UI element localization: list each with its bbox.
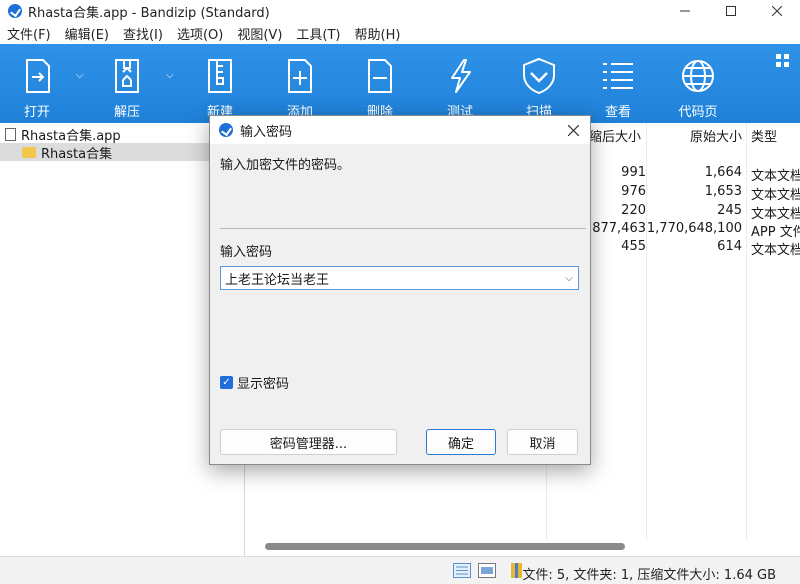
bandizip-logo-icon xyxy=(219,123,233,137)
new-archive-button[interactable]: 新建 xyxy=(199,44,241,123)
add-button[interactable]: 添加 xyxy=(279,44,321,123)
shield-icon xyxy=(519,56,559,96)
minimize-button[interactable] xyxy=(662,0,708,22)
test-button[interactable]: 测试 xyxy=(439,44,481,123)
dialog-message: 输入加密文件的密码。 xyxy=(220,158,351,173)
close-window-button[interactable] xyxy=(754,0,800,22)
menu-find[interactable]: 查找(I) xyxy=(116,24,170,43)
list-view-icon xyxy=(598,56,638,96)
checkbox-checked-icon[interactable]: ✓ xyxy=(220,376,233,389)
scan-button[interactable]: 扫描 xyxy=(518,44,560,123)
extract-icon xyxy=(107,56,147,96)
cancel-button[interactable]: 取消 xyxy=(507,429,578,455)
close-icon xyxy=(567,124,579,136)
file-icon xyxy=(5,127,16,141)
show-password-checkbox[interactable]: ✓ 显示密码 xyxy=(220,373,289,392)
globe-icon xyxy=(678,56,718,96)
add-file-icon xyxy=(280,56,320,96)
delete-button[interactable]: 删除 xyxy=(359,44,401,123)
delete-file-icon xyxy=(360,56,400,96)
extract-dropdown-icon[interactable]: ⌵ xyxy=(166,70,174,81)
view-button[interactable]: 查看 xyxy=(597,44,639,123)
open-icon xyxy=(17,56,57,96)
dialog-close-button[interactable] xyxy=(562,119,584,141)
status-summary: 文件: 5, 文件夹: 1, 压缩文件大小: 1.64 GB xyxy=(522,568,776,583)
menu-tools[interactable]: 工具(T) xyxy=(289,24,347,43)
column-header-original[interactable]: 原始大小 xyxy=(690,126,742,145)
layout-grid-icon[interactable] xyxy=(776,54,790,68)
column-header-type[interactable]: 类型 xyxy=(751,126,777,145)
chevron-down-icon[interactable]: ⌵ xyxy=(560,273,578,284)
toolbar: 打开 ⌵ 解压 ⌵ 新建 添加 删除 测试 扫描 查看 代码页 xyxy=(0,44,800,123)
password-manager-button[interactable]: 密码管理器... xyxy=(220,429,397,455)
folder-icon xyxy=(22,146,36,158)
show-password-label: 显示密码 xyxy=(237,377,290,392)
new-archive-icon xyxy=(200,56,240,96)
maximize-icon xyxy=(726,6,736,16)
menu-file[interactable]: 文件(F) xyxy=(0,24,58,43)
dialog-title: 输入密码 xyxy=(240,124,293,140)
open-dropdown-icon[interactable]: ⌵ xyxy=(76,70,84,81)
password-label: 输入密码 xyxy=(220,245,273,260)
close-icon xyxy=(772,6,782,16)
tree-item-folder[interactable]: Rhasta合集 xyxy=(0,143,244,162)
bandizip-logo-icon xyxy=(8,4,22,18)
lightning-icon xyxy=(440,56,480,96)
minimize-icon xyxy=(680,10,690,12)
tree-item-archive[interactable]: Rhasta合集.app xyxy=(0,125,244,144)
menu-bar: 文件(F) 编辑(E) 查找(I) 选项(O) 视图(V) 工具(T) 帮助(H… xyxy=(0,22,800,44)
password-dialog: 输入密码 输入加密文件的密码。 输入密码 上老王论坛当老王 ⌵ ✓ 显示密码 密… xyxy=(209,115,591,465)
preview-view-icon[interactable] xyxy=(478,563,496,578)
window-controls xyxy=(662,0,800,22)
extract-button[interactable]: 解压 xyxy=(106,44,148,123)
menu-help[interactable]: 帮助(H) xyxy=(348,24,408,43)
password-input[interactable]: 上老王论坛当老王 ⌵ xyxy=(220,266,579,290)
maximize-button[interactable] xyxy=(708,0,754,22)
menu-view[interactable]: 视图(V) xyxy=(230,24,289,43)
codepage-button[interactable]: 代码页 xyxy=(677,44,719,123)
column-divider xyxy=(746,123,747,540)
divider xyxy=(220,228,586,229)
status-bar: 文件: 5, 文件夹: 1, 压缩文件大小: 1.64 GB xyxy=(0,556,800,584)
menu-options[interactable]: 选项(O) xyxy=(170,24,230,43)
window-title: Rhasta合集.app - Bandizip (Standard) xyxy=(28,5,270,21)
details-view-icon[interactable] xyxy=(453,563,471,578)
horizontal-scrollbar[interactable] xyxy=(265,543,625,550)
open-button[interactable]: 打开 xyxy=(16,44,58,123)
dialog-title-bar: 输入密码 xyxy=(210,116,590,144)
menu-edit[interactable]: 编辑(E) xyxy=(58,24,116,43)
title-bar: Rhasta合集.app - Bandizip (Standard) xyxy=(0,0,800,22)
password-value: 上老王论坛当老王 xyxy=(225,272,330,288)
column-divider xyxy=(646,123,647,540)
ok-button[interactable]: 确定 xyxy=(426,429,496,455)
